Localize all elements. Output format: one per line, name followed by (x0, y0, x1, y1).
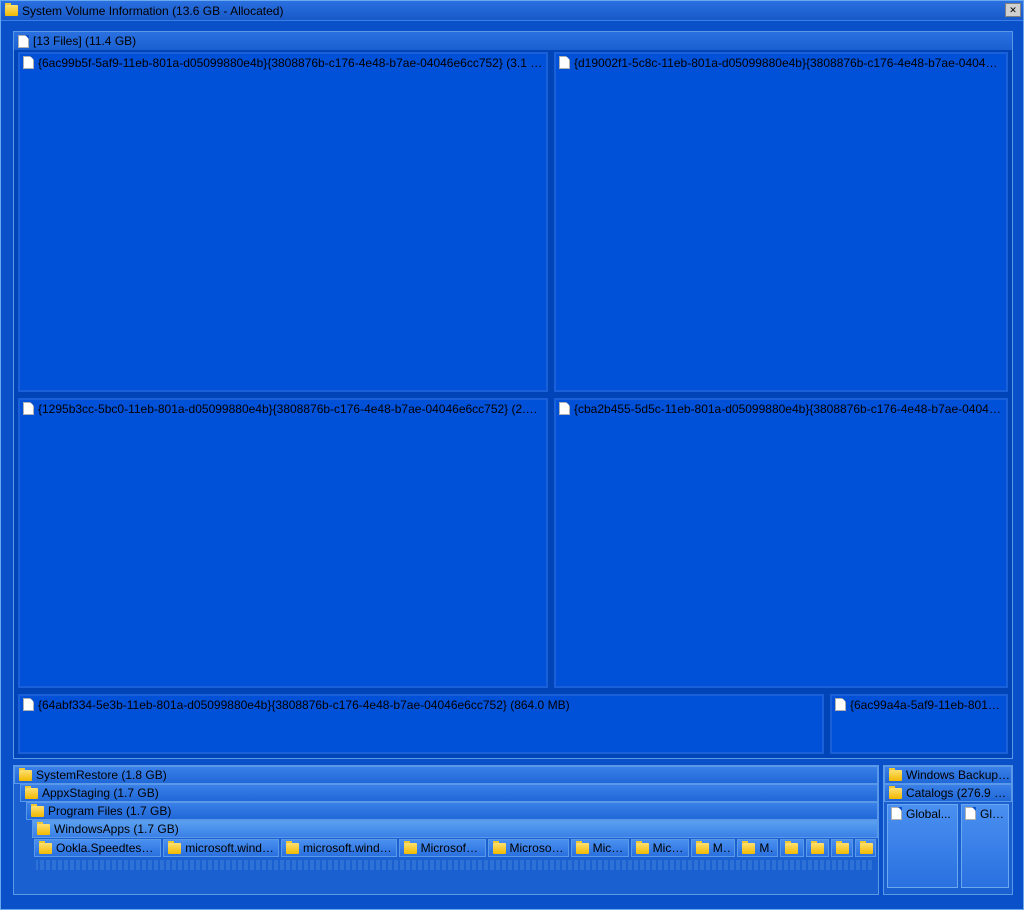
app-chip[interactable]: microsoft.windo... (281, 839, 397, 857)
folder-icon (168, 843, 181, 854)
folder-row-programfiles[interactable]: Program Files (1.7 GB) (26, 802, 878, 820)
folder-icon (836, 843, 849, 854)
folder-icon (785, 843, 798, 854)
app-chip-label: Microsof... (510, 841, 564, 855)
app-chip-label: Micr... (593, 841, 624, 855)
files-group-frame[interactable]: [13 Files] (11.4 GB) {6ac99b5f-5af9-11eb… (13, 31, 1013, 759)
window-title: System Volume Information (13.6 GB - All… (22, 4, 283, 18)
titlebar: System Volume Information (13.6 GB - All… (1, 1, 1023, 21)
app-chip[interactable]: M... (737, 839, 778, 857)
file-icon (891, 807, 902, 820)
app-chip[interactable]: Micr... (571, 839, 629, 857)
app-chip-label: M... (759, 841, 773, 855)
folder-icon (493, 843, 506, 854)
file-icon (965, 807, 976, 820)
app-chip[interactable]: Ookla.Speedtestb... (34, 839, 161, 857)
file-icon (23, 56, 34, 69)
folder-icon (576, 843, 589, 854)
app-chip-label: Micr... (653, 841, 684, 855)
file-icon (559, 56, 570, 69)
folder-icon (39, 843, 52, 854)
files-group-label: [13 Files] (11.4 GB) (33, 34, 136, 48)
app-chip[interactable]: microsoft.window... (163, 839, 279, 857)
app-chip[interactable]: Micr... (631, 839, 689, 857)
system-restore-frame[interactable]: SystemRestore (1.8 GB) AppxStaging (1.7 … (13, 765, 879, 895)
folder-label: WindowsApps (1.7 GB) (54, 822, 179, 836)
folder-icon (889, 770, 902, 781)
folder-row-appxstaging[interactable]: AppxStaging (1.7 GB) (20, 784, 878, 802)
file-name: {cba2b455-5d5c-11eb-801a-d05099880e4b}{3… (574, 402, 1003, 416)
more-apps-indicator (36, 860, 874, 870)
windows-backup-frame[interactable]: Windows Backup (2... Catalogs (276.9 MB)… (883, 765, 1013, 895)
catalog-item-label: Global... (906, 807, 954, 821)
app-chip-label: microsoft.windo... (303, 841, 392, 855)
folder-label: Windows Backup (2... (906, 768, 1011, 782)
window: System Volume Information (13.6 GB - All… (0, 0, 1024, 910)
folder-icon (889, 788, 902, 799)
file-name: {1295b3cc-5bc0-11eb-801a-d05099880e4b}{3… (38, 402, 543, 416)
file-block[interactable]: {d19002f1-5c8c-11eb-801a-d05099880e4b}{3… (554, 52, 1008, 392)
file-icon (23, 402, 34, 415)
file-icon (18, 35, 29, 48)
folder-row-windowsbackup[interactable]: Windows Backup (2... (884, 766, 1012, 784)
folder-icon (19, 770, 32, 781)
folder-icon (696, 843, 709, 854)
folder-icon (286, 843, 299, 854)
folder-icon (742, 843, 755, 854)
app-chip-label: Microsoft.... (421, 841, 481, 855)
file-name: {64abf334-5e3b-11eb-801a-d05099880e4b}{3… (38, 698, 819, 712)
file-block[interactable]: {64abf334-5e3b-11eb-801a-d05099880e4b}{3… (18, 694, 824, 754)
file-block[interactable]: {6ac99b5f-5af9-11eb-801a-d05099880e4b}{3… (18, 52, 548, 392)
folder-label: AppxStaging (1.7 GB) (42, 786, 159, 800)
file-name: {d19002f1-5c8c-11eb-801a-d05099880e4b}{3… (574, 56, 1003, 70)
file-name: {6ac99b5f-5af9-11eb-801a-d05099880e4b}{3… (38, 56, 543, 70)
folder-icon (31, 806, 44, 817)
file-block[interactable]: {6ac99a4a-5af9-11eb-801a-d0... (830, 694, 1008, 754)
file-icon (23, 698, 34, 711)
app-chip-label: Mi... (713, 841, 731, 855)
folder-row-catalogs[interactable]: Catalogs (276.9 MB) (884, 784, 1012, 802)
app-chip[interactable]: N (831, 839, 853, 857)
folder-label: Program Files (1.7 GB) (48, 804, 171, 818)
folder-icon (25, 788, 38, 799)
file-icon (559, 402, 570, 415)
folder-icon (860, 843, 873, 854)
folder-icon (811, 843, 824, 854)
app-chip-label: microsoft.window... (185, 841, 274, 855)
folder-icon (636, 843, 649, 854)
file-block[interactable]: {cba2b455-5d5c-11eb-801a-d05099880e4b}{3… (554, 398, 1008, 688)
file-name: {6ac99a4a-5af9-11eb-801a-d0... (850, 698, 1003, 712)
catalog-item[interactable]: Global... (887, 804, 958, 888)
app-chip[interactable]: Microsof... (488, 839, 569, 857)
folder-icon (37, 824, 50, 835)
catalog-item[interactable]: Glo... (961, 804, 1009, 888)
app-chip[interactable]: M (806, 839, 829, 857)
file-block[interactable]: {1295b3cc-5bc0-11eb-801a-d05099880e4b}{3… (18, 398, 548, 688)
catalog-item-label: Glo... (980, 807, 1005, 821)
folder-label: Catalogs (276.9 MB) (906, 786, 1011, 800)
folder-icon (404, 843, 417, 854)
folder-icon (5, 5, 18, 16)
app-chip-label: Ookla.Speedtestb... (56, 841, 156, 855)
folder-row-systemrestore[interactable]: SystemRestore (1.8 GB) (14, 766, 878, 784)
app-chip[interactable]: M (780, 839, 803, 857)
app-chip[interactable]: Mi... (691, 839, 736, 857)
app-chip[interactable]: r (855, 839, 877, 857)
close-button[interactable]: ✕ (1005, 3, 1021, 17)
file-icon (835, 698, 846, 711)
files-group-header: [13 Files] (11.4 GB) (14, 32, 1012, 50)
folder-label: SystemRestore (1.8 GB) (36, 768, 167, 782)
apps-row: Ookla.Speedtestb... microsoft.window... mi… (32, 838, 878, 858)
app-chip[interactable]: Microsoft.... (399, 839, 486, 857)
folder-row-windowsapps[interactable]: WindowsApps (1.7 GB) (32, 820, 878, 838)
